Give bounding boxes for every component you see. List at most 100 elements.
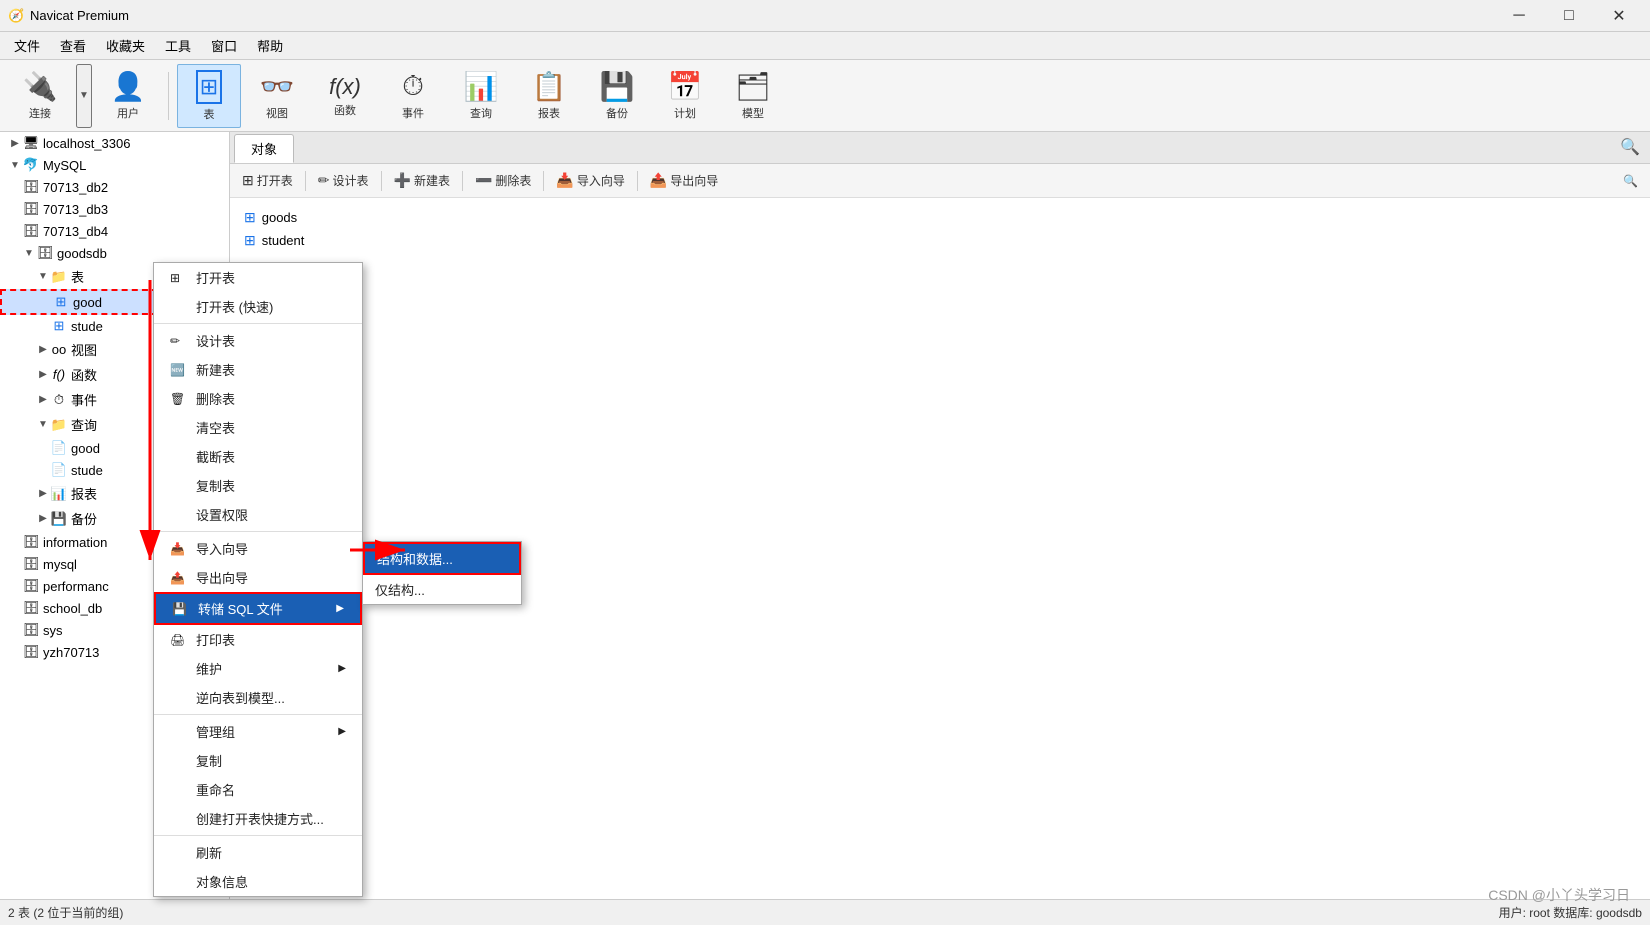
event-icon: ⏱: [402, 70, 424, 103]
minimize-button[interactable]: ─: [1496, 0, 1542, 32]
ctx-open-table-fast[interactable]: 打开表 (快速): [154, 292, 362, 321]
toolbar-view[interactable]: 👓 视图: [245, 64, 309, 128]
status-left: 2 表 (2 位于当前的组): [8, 904, 123, 921]
sidebar-item-db2[interactable]: 🗄 70713_db2: [0, 176, 229, 198]
expand-arrow: ▼: [22, 248, 36, 259]
ctx-copy-table[interactable]: 复制表: [154, 471, 362, 500]
app-icon: 🧭: [8, 8, 24, 24]
open-table-button[interactable]: ⊞ 打开表: [234, 169, 301, 192]
ctx-object-info[interactable]: 对象信息: [154, 867, 362, 896]
ctx-import-icon: 📥: [170, 542, 190, 556]
server-icon: 🖥: [22, 135, 40, 151]
ctx-shortcut-label: 创建打开表快捷方式...: [196, 809, 346, 828]
toolbar-backup[interactable]: 💾 备份: [585, 64, 649, 128]
menu-tools[interactable]: 工具: [155, 32, 201, 59]
sidebar-item-goodsdb[interactable]: ▼ 🗄 goodsdb: [0, 242, 229, 264]
tab-objects[interactable]: 对象: [234, 134, 294, 163]
sub-ctx-structure-only[interactable]: 仅结构...: [363, 575, 521, 604]
sidebar-item-db3[interactable]: 🗄 70713_db3: [0, 198, 229, 220]
ctx-print-table[interactable]: 🖨 打印表: [154, 625, 362, 654]
sub-ctx-structure-data[interactable]: 结构和数据...: [363, 542, 521, 575]
collapse-arrow: ▶: [36, 394, 50, 405]
ctx-print-label: 打印表: [196, 630, 346, 649]
toolbar-plan[interactable]: 📅 计划: [653, 64, 717, 128]
view-folder-icon: oo: [50, 342, 68, 357]
new-table-label: 新建表: [414, 172, 450, 189]
ctx-truncate-label: 截断表: [196, 447, 346, 466]
action-toolbar: ⊞ 打开表 ✏ 设计表 ➕ 新建表 ➖ 删除表 📥 导入向导: [230, 164, 1650, 198]
ctx-import-wizard[interactable]: 📥 导入向导: [154, 534, 362, 563]
ctx-truncate-table[interactable]: 截断表: [154, 442, 362, 471]
toolbar-backup-label: 备份: [606, 105, 628, 121]
search-action-button[interactable]: 🔍: [1615, 171, 1646, 191]
ctx-copy[interactable]: 复制: [154, 746, 362, 775]
ctx-manage-group[interactable]: 管理组 ▶: [154, 717, 362, 746]
import-wizard-button[interactable]: 📥 导入向导: [548, 169, 632, 192]
ctx-dump-sql[interactable]: 💾 转储 SQL 文件 ▶: [154, 592, 362, 625]
object-item-goods[interactable]: ⊞ goods: [238, 206, 1642, 229]
goodsdb-label: goodsdb: [57, 246, 225, 261]
ctx-new-table[interactable]: 🆕 新建表: [154, 355, 362, 384]
sidebar-item-mysql[interactable]: ▼ 🐬 MySQL: [0, 154, 229, 176]
ctx-maintain[interactable]: 维护 ▶: [154, 654, 362, 683]
toolbar-connect[interactable]: 🔌 连接: [8, 64, 72, 128]
ctx-design-table[interactable]: ✏ 设计表: [154, 326, 362, 355]
toolbar-table[interactable]: ⊞ 表: [177, 64, 241, 128]
ctx-clear-table[interactable]: 清空表: [154, 413, 362, 442]
search-icon[interactable]: 🔍: [1614, 133, 1646, 161]
toolbar-model[interactable]: 🗂 模型: [721, 64, 785, 128]
toolbar-model-label: 模型: [742, 105, 764, 121]
object-item-student[interactable]: ⊞ student: [238, 229, 1642, 252]
sidebar-item-db4[interactable]: 🗄 70713_db4: [0, 220, 229, 242]
close-button[interactable]: ✕: [1596, 0, 1642, 32]
ctx-maintain-label: 维护: [196, 659, 338, 678]
ctx-sep-4: [154, 835, 362, 836]
design-table-button[interactable]: ✏ 设计表: [310, 169, 377, 192]
menu-file[interactable]: 文件: [4, 32, 50, 59]
ctx-export-wizard[interactable]: 📤 导出向导: [154, 563, 362, 592]
sidebar-item-localhost[interactable]: ▶ 🖥 localhost_3306: [0, 132, 229, 154]
menu-view[interactable]: 查看: [50, 32, 96, 59]
delete-table-button[interactable]: ➖ 删除表: [467, 169, 539, 192]
toolbar-report[interactable]: 📋 报表: [517, 64, 581, 128]
status-bar: 2 表 (2 位于当前的组) 用户: root 数据库: goodsdb: [0, 899, 1650, 925]
open-table-label: 打开表: [257, 172, 293, 189]
ctx-delete-table[interactable]: 🗑 删除表: [154, 384, 362, 413]
toolbar-event[interactable]: ⏱ 事件: [381, 64, 445, 128]
db-icon: 🗄: [22, 644, 40, 660]
toolbar-connect-arrow[interactable]: ▼: [76, 64, 92, 128]
toolbar-plan-label: 计划: [674, 105, 696, 121]
ctx-group-label: 管理组: [196, 722, 338, 741]
toolbar-query[interactable]: 📊 查询: [449, 64, 513, 128]
folder-icon: 📁: [50, 269, 68, 285]
toolbar-user[interactable]: 👤 用户: [96, 64, 160, 128]
function-icon: f(x): [329, 74, 361, 100]
query-icon: 📊: [464, 70, 499, 103]
ctx-reverse-table[interactable]: 逆向表到模型...: [154, 683, 362, 712]
maximize-button[interactable]: □: [1546, 0, 1592, 32]
ctx-design-label: 设计表: [196, 331, 346, 350]
report-icon: 📋: [532, 70, 567, 103]
ctx-refresh[interactable]: 刷新: [154, 838, 362, 867]
ctx-print-icon: 🖨: [170, 633, 190, 647]
menu-help[interactable]: 帮助: [247, 32, 293, 59]
ctx-set-permission[interactable]: 设置权限: [154, 500, 362, 529]
ctx-delete-icon: 🗑: [170, 392, 190, 406]
ctx-design-icon: ✏: [170, 334, 190, 348]
ctx-open-table[interactable]: ⊞ 打开表: [154, 263, 362, 292]
ctx-rename[interactable]: 重命名: [154, 775, 362, 804]
menu-favorites[interactable]: 收藏夹: [96, 32, 155, 59]
toolbar-query-label: 查询: [470, 105, 492, 121]
new-table-icon: ➕: [394, 172, 411, 189]
toolbar-function[interactable]: f(x) 函数: [313, 64, 377, 128]
goods-label: goods: [262, 210, 297, 225]
ctx-create-shortcut[interactable]: 创建打开表快捷方式...: [154, 804, 362, 833]
toolbar-user-label: 用户: [117, 105, 139, 121]
collapse-arrow: ▶: [36, 344, 50, 355]
export-wizard-button[interactable]: 📤 导出向导: [642, 169, 726, 192]
new-table-button[interactable]: ➕ 新建表: [386, 169, 458, 192]
ctx-sep-1: [154, 323, 362, 324]
query-icon: 📄: [50, 462, 68, 478]
table-icon: ⊞: [52, 294, 70, 310]
menu-window[interactable]: 窗口: [201, 32, 247, 59]
